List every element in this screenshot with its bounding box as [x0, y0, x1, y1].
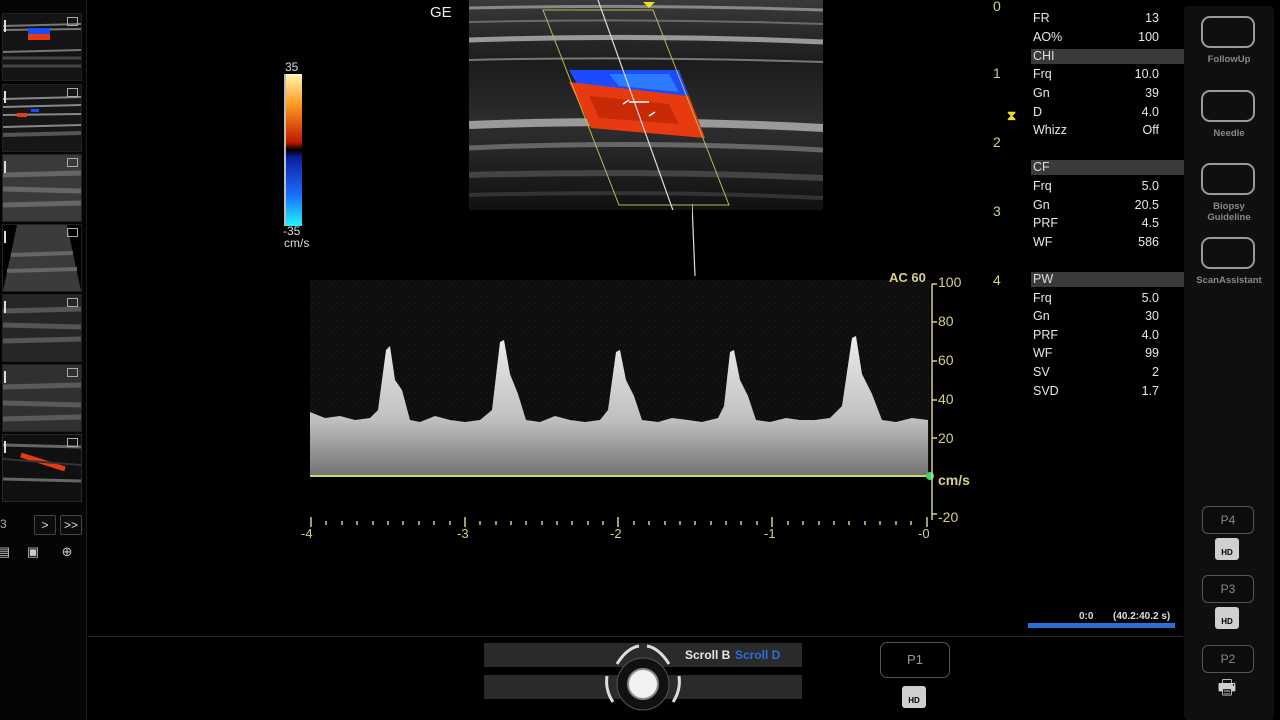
biopsy-guideline-button[interactable] — [1201, 163, 1255, 195]
x-tick-label: -4 — [301, 526, 313, 541]
param-pw-prf: PRF 4.0 — [1033, 328, 1159, 342]
print-icon[interactable]: ▤ — [0, 543, 14, 561]
thumbnail-3[interactable] — [2, 154, 82, 222]
cursor-line — [692, 204, 696, 278]
velocity-unit: cm/s — [938, 472, 970, 488]
scroll-d-label[interactable]: Scroll D — [735, 648, 780, 662]
thumbnail-5[interactable] — [2, 294, 82, 362]
thumbnail-2[interactable] — [2, 84, 82, 152]
param-pw-svd: SVD 1.7 — [1033, 384, 1159, 398]
param-cf-wf: WF 586 — [1033, 235, 1159, 249]
followup-button[interactable] — [1201, 16, 1255, 48]
needle-button[interactable] — [1201, 90, 1255, 122]
thumbnail-1[interactable] — [2, 13, 82, 81]
last-page-button[interactable]: >> — [60, 515, 82, 535]
scroll-b-label[interactable]: Scroll B — [685, 648, 730, 662]
printer-icon[interactable]: 🖶 — [1215, 676, 1239, 700]
cine-position: 0:0 — [1079, 611, 1094, 622]
right-button-panel: FollowUp Needle Biopsy Guideline ScanAss… — [1184, 6, 1274, 720]
y-tick-label: 60 — [938, 352, 954, 368]
param-pw-gn: Gn 30 — [1033, 309, 1159, 323]
thumbnail-page-number: 3 — [0, 517, 7, 531]
color-scale-max: 35 — [285, 60, 299, 74]
scanassistant-button[interactable] — [1201, 237, 1255, 269]
cine-duration: (40.2:40.2 s) — [1113, 611, 1171, 622]
y-tick-label: 80 — [938, 313, 954, 329]
thumbnail-panel: 3 > >> ▤ ▣ ⊕ — [0, 0, 87, 720]
depth-4: 4 — [993, 272, 1001, 288]
trackball-control[interactable] — [601, 642, 685, 712]
color-scale-gradient — [284, 74, 302, 226]
param-cf-gn: Gn 20.5 — [1033, 198, 1159, 212]
x-tick-label: -2 — [610, 526, 622, 541]
param-ao: AO% 100 — [1033, 30, 1159, 44]
pw-header: PW — [1031, 272, 1185, 287]
param-cf-frq: Frq 5.0 — [1033, 179, 1159, 193]
bottom-divider — [88, 636, 1183, 637]
focus-marker-icon[interactable]: ⧗ — [1007, 108, 1016, 124]
y-tick-label: -20 — [938, 509, 959, 525]
p1-button[interactable]: P1 — [880, 642, 950, 678]
depth-0: 0 — [993, 0, 1001, 14]
bmode-image[interactable] — [468, 0, 824, 276]
param-pw-sv: SV 2 — [1033, 365, 1159, 379]
image-label: GE — [430, 4, 452, 21]
save-hd-icon[interactable]: HD — [902, 686, 926, 708]
param-chi-gn: Gn 39 — [1033, 86, 1159, 100]
param-fr: FR 13 — [1033, 11, 1159, 25]
depth-2: 2 — [993, 134, 1001, 150]
param-pw-frq: Frq 5.0 — [1033, 291, 1159, 305]
followup-label: FollowUp — [1207, 54, 1251, 65]
p4-button[interactable]: P4 — [1202, 506, 1254, 534]
x-tick-label: -3 — [457, 526, 469, 541]
y-tick-label: 100 — [938, 274, 962, 290]
ac-label: AC 60 — [889, 270, 926, 285]
color-scale — [284, 74, 304, 226]
param-cf-prf: PRF 4.5 — [1033, 216, 1159, 230]
cf-header: CF — [1031, 160, 1185, 175]
color-scale-unit: cm/s — [284, 236, 310, 250]
scanassistant-label: ScanAssistant — [1196, 275, 1262, 286]
p3-button[interactable]: P3 — [1202, 575, 1254, 603]
chi-header: CHI — [1031, 49, 1185, 64]
x-tick-label: -0 — [918, 526, 930, 541]
param-chi-d: D 4.0 — [1033, 105, 1159, 119]
thumbnail-4[interactable] — [2, 224, 82, 292]
zoom-fit-icon[interactable]: ⊕ — [57, 543, 77, 561]
thumbnail-6[interactable] — [2, 364, 82, 432]
cine-progress-bar[interactable] — [1028, 623, 1175, 628]
doppler-spectrum[interactable] — [300, 270, 940, 550]
p2-button[interactable]: P2 — [1202, 645, 1254, 673]
depth-1: 1 — [993, 65, 1001, 81]
param-chi-frq: Frq 10.0 — [1033, 67, 1159, 81]
save-hd-icon[interactable]: HD — [1215, 607, 1239, 629]
param-chi-whizz: Whizz Off — [1033, 123, 1159, 137]
needle-label: Needle — [1213, 128, 1245, 139]
next-page-button[interactable]: > — [34, 515, 56, 535]
y-tick-label: 40 — [938, 391, 954, 407]
y-tick-label: 20 — [938, 430, 954, 446]
param-pw-wf: WF 99 — [1033, 346, 1159, 360]
parameter-panel: FR 13 AO% 100 CHI Frq 10.0 Gn 39 D 4.0 Whizz O… — [1027, 0, 1185, 720]
biopsy-label-1: Biopsy — [1213, 201, 1245, 212]
x-tick-label: -1 — [764, 526, 776, 541]
video-clip-icon[interactable]: ▣ — [23, 543, 43, 561]
biopsy-label-2: Guideline — [1207, 212, 1251, 223]
save-hd-icon[interactable]: HD — [1215, 538, 1239, 560]
depth-3: 3 — [993, 203, 1001, 219]
thumbnail-7[interactable] — [2, 434, 82, 502]
